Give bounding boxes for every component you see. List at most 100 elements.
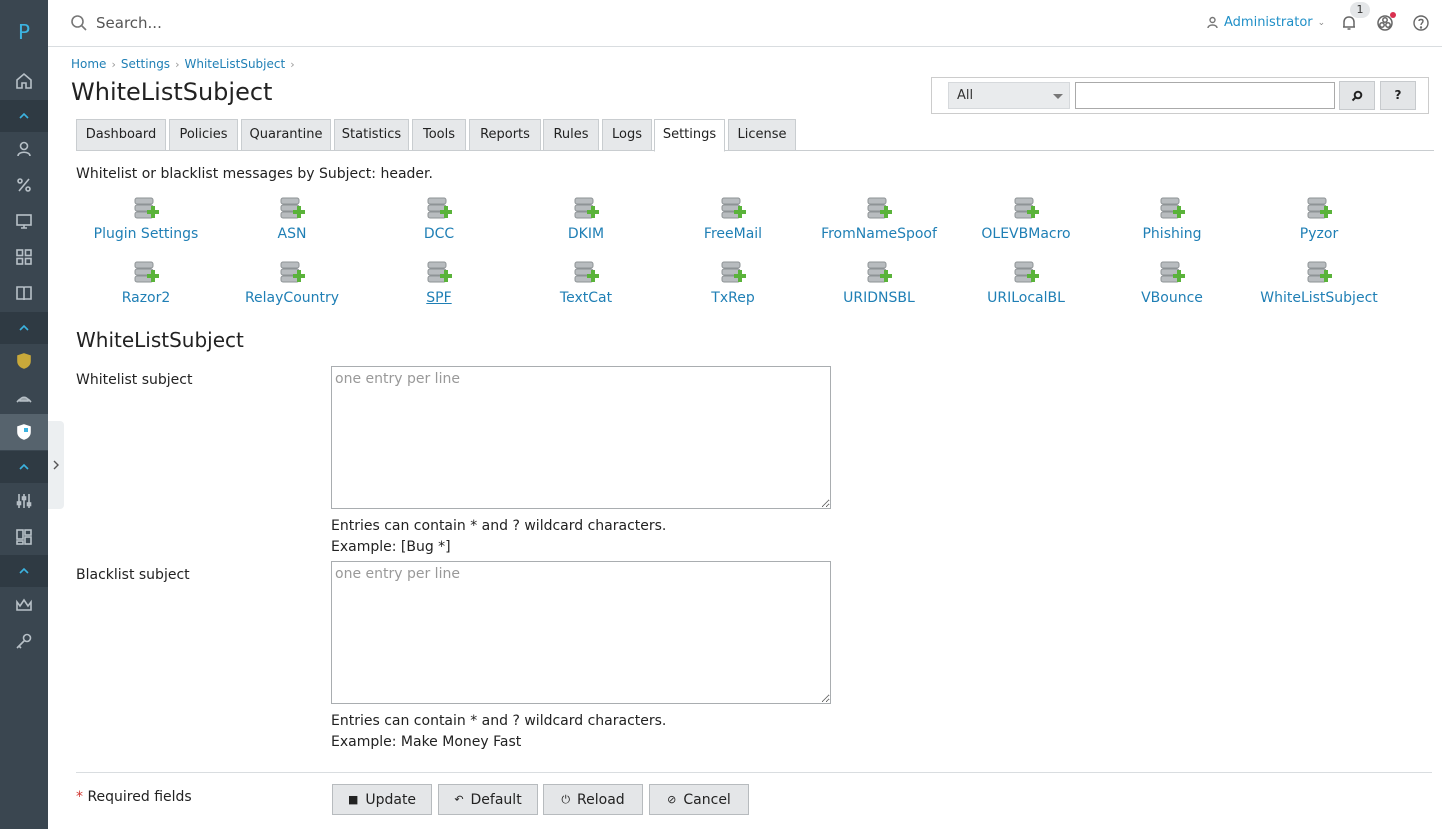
cancel-button[interactable]: ⊘ Cancel [649, 784, 749, 815]
plugin-link-label: FreeMail [703, 226, 763, 242]
database-add-icon [719, 260, 747, 288]
database-add-icon [1158, 260, 1186, 288]
plugin-link[interactable]: RelayCountry [222, 260, 362, 306]
user-icon [1207, 16, 1218, 29]
breadcrumb-home[interactable]: Home [71, 57, 106, 71]
whitelist-hint-example: Example: [Bug *] [331, 539, 451, 555]
plugin-link[interactable]: SPF [369, 260, 509, 306]
floppy-disk-icon: ■ [347, 793, 359, 806]
database-add-icon [278, 260, 306, 288]
search-submit-button[interactable] [1339, 81, 1375, 110]
database-add-icon [132, 196, 160, 224]
reload-button-label: Reload [577, 791, 625, 808]
default-button[interactable]: ↶ Default [438, 784, 538, 815]
tab-tools[interactable]: Tools [412, 119, 466, 151]
chevron-down-icon: ⌄ [1317, 17, 1326, 28]
tab-license[interactable]: License [728, 119, 796, 151]
logo[interactable]: P [0, 0, 48, 64]
plugin-link[interactable]: TextCat [516, 260, 656, 306]
top-bar: Search... Administrator ⌄ 1 [48, 0, 1442, 47]
percent-icon[interactable] [0, 167, 48, 203]
user-menu[interactable]: Administrator ⌄ [1206, 15, 1325, 30]
book-icon[interactable] [0, 275, 48, 311]
grid-icon[interactable] [0, 239, 48, 275]
plugin-link[interactable]: Phishing [1102, 196, 1242, 242]
plugin-link[interactable]: URIDNSBL [809, 260, 949, 306]
tab-settings[interactable]: Settings [654, 119, 725, 152]
plugin-link-label: RelayCountry [244, 290, 340, 306]
plugin-link-label: TextCat [559, 290, 613, 306]
database-add-icon [425, 196, 453, 224]
shield-gold-icon[interactable] [0, 343, 48, 379]
required-star: * [76, 789, 83, 805]
plugin-link-label: FromNameSpoof [821, 226, 937, 242]
crown-icon[interactable] [0, 587, 48, 623]
tab-reports[interactable]: Reports [469, 119, 541, 151]
search-scope-select[interactable]: All [948, 82, 1070, 109]
whitelist-subject-textarea[interactable] [331, 366, 831, 509]
plugin-link[interactable]: Razor2 [76, 260, 216, 306]
whitelist-subject-label: Whitelist subject [76, 372, 193, 388]
breadcrumb-settings[interactable]: Settings [121, 57, 170, 71]
tab-logs[interactable]: Logs [602, 119, 652, 151]
required-fields-note: * Required fields [76, 789, 192, 805]
spider-icon[interactable] [0, 379, 48, 415]
tab-rules[interactable]: Rules [543, 119, 599, 151]
plugin-link[interactable]: WhiteListSubject [1249, 260, 1389, 306]
group-collapse-4[interactable] [0, 555, 48, 587]
blacklist-subject-label: Blacklist subject [76, 567, 190, 583]
plugin-link-label: DCC [423, 226, 455, 242]
section-title: WhiteListSubject [76, 328, 244, 352]
plugin-link[interactable]: URILocalBL [956, 260, 1096, 306]
database-add-icon [1305, 260, 1333, 288]
sidebar-expand-handle[interactable] [48, 421, 64, 509]
key-icon[interactable] [0, 623, 48, 659]
plugin-link[interactable]: OLEVBMacro [956, 196, 1096, 242]
blacklist-subject-textarea[interactable] [331, 561, 831, 704]
required-fields-text: Required fields [83, 789, 192, 805]
plugin-link[interactable]: ASN [222, 196, 362, 242]
plugin-link[interactable]: DKIM [516, 196, 656, 242]
search-help-button[interactable]: ? [1380, 81, 1416, 110]
plugin-link[interactable]: Plugin Settings [76, 196, 216, 242]
database-add-icon [572, 196, 600, 224]
tab-dashboard[interactable]: Dashboard [76, 119, 166, 151]
global-search-input[interactable]: Search... [96, 14, 162, 32]
plugin-link-label: VBounce [1141, 290, 1203, 306]
database-add-icon [865, 196, 893, 224]
module-search-input[interactable] [1075, 82, 1335, 109]
group-collapse-3[interactable] [0, 451, 48, 483]
update-button[interactable]: ■ Update [332, 784, 432, 815]
home-icon[interactable] [0, 63, 48, 99]
group-collapse-1[interactable] [0, 100, 48, 132]
tab-policies[interactable]: Policies [169, 119, 238, 151]
plugin-link[interactable]: FreeMail [663, 196, 803, 242]
tab-quarantine[interactable]: Quarantine [241, 119, 331, 151]
plugin-link[interactable]: VBounce [1102, 260, 1242, 306]
database-add-icon [425, 260, 453, 288]
module-search-box: All ? [931, 77, 1429, 114]
users-icon[interactable] [0, 131, 48, 167]
default-button-label: Default [470, 791, 522, 808]
breadcrumb-separator-icon: › [111, 57, 116, 71]
breadcrumb-whitelistsubject[interactable]: WhiteListSubject [184, 57, 285, 71]
group-collapse-2[interactable] [0, 312, 48, 344]
plugin-link-label: Phishing [1142, 226, 1202, 242]
database-add-icon [1012, 196, 1040, 224]
plugin-link-label: TxRep [711, 290, 755, 306]
sliders-icon[interactable] [0, 483, 48, 519]
plugin-link[interactable]: TxRep [663, 260, 803, 306]
plugin-link[interactable]: FromNameSpoof [809, 196, 949, 242]
plugin-link[interactable]: Pyzor [1249, 196, 1389, 242]
plugin-link-label: DKIM [567, 226, 605, 242]
database-add-icon [132, 260, 160, 288]
plugin-link[interactable]: DCC [369, 196, 509, 242]
monitor-icon[interactable] [0, 203, 48, 239]
search-icon[interactable] [70, 14, 88, 32]
reload-button[interactable]: ⏻ Reload [543, 784, 643, 815]
help-icon[interactable] [1412, 14, 1430, 32]
blacklist-hint-example: Example: Make Money Fast [331, 734, 522, 750]
shield-flag-icon[interactable] [0, 414, 48, 450]
layout-icon[interactable] [0, 519, 48, 555]
tab-statistics[interactable]: Statistics [334, 119, 409, 151]
